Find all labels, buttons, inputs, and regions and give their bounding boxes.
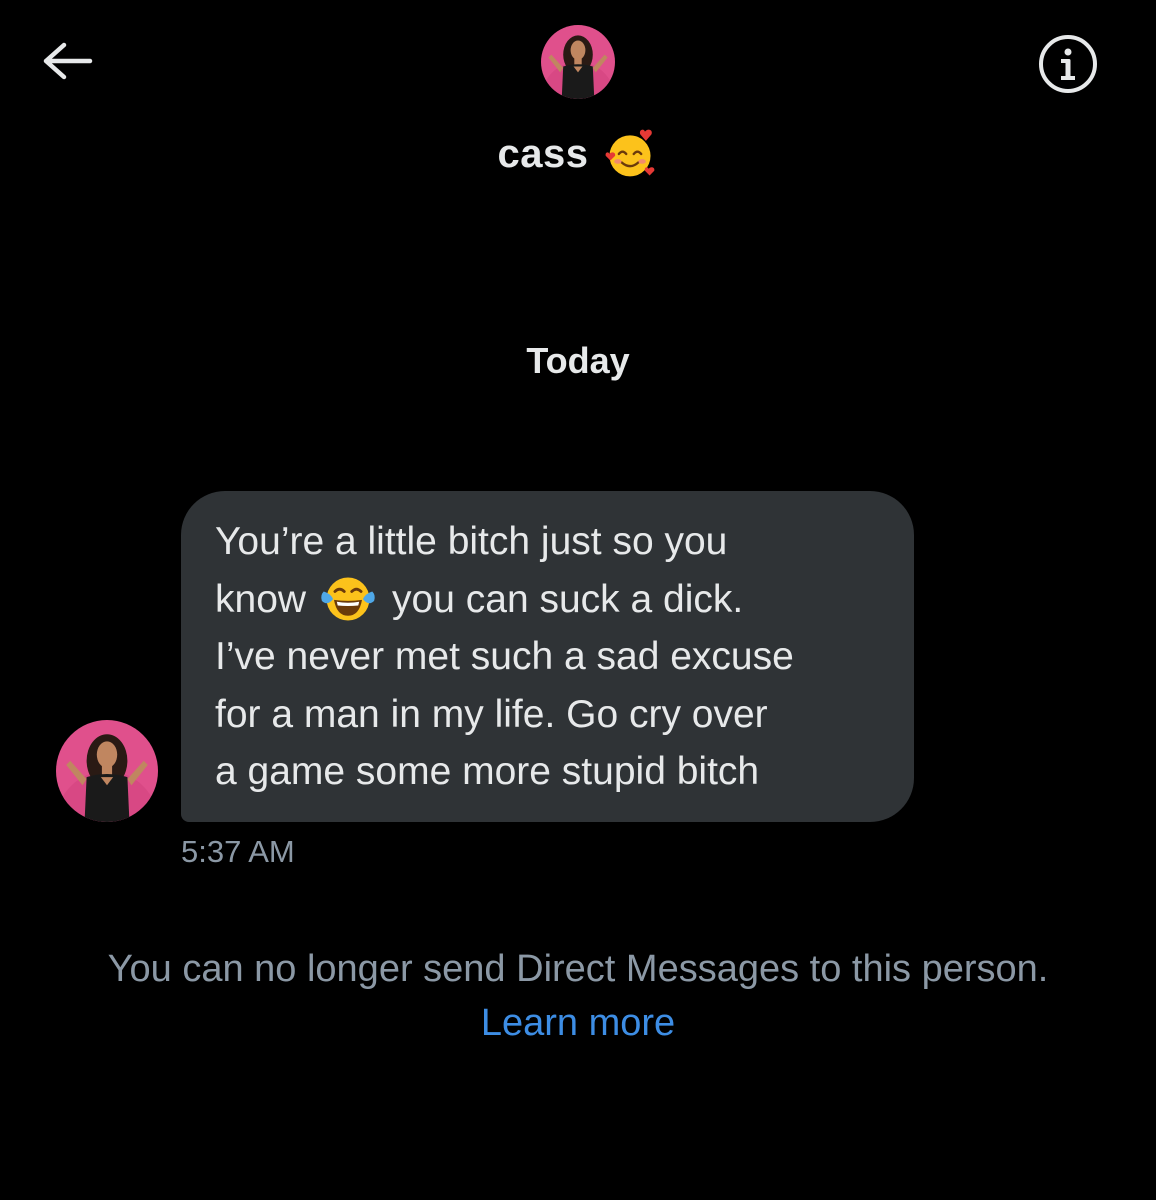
learn-more-link[interactable]: Learn more — [481, 1002, 675, 1044]
info-button[interactable] — [1030, 26, 1106, 102]
conversation-title[interactable]: cass — [0, 126, 1156, 182]
message-timestamp: 5:37 AM — [181, 834, 295, 869]
message-line: you can suck a dick. — [392, 577, 744, 621]
message-sender-avatar[interactable] — [56, 720, 158, 822]
arrow-left-icon — [43, 42, 93, 80]
dm-restriction-notice: You can no longer send Direct Messages t… — [107, 948, 1049, 990]
header-avatar[interactable] — [541, 25, 615, 99]
info-icon — [1039, 35, 1097, 93]
contact-name: cass — [497, 131, 589, 176]
message-line-with-emoji: know you can suck a dick. — [215, 571, 894, 629]
learn-more-container: Learn more — [0, 1002, 1156, 1045]
message-line: for a man in my life. Go cry over — [215, 692, 768, 736]
date-separator: Today — [526, 340, 630, 381]
message-bubble[interactable]: You’re a little bitch just so you know y… — [181, 491, 914, 822]
message-line: I’ve never met such a sad excuse — [215, 635, 794, 678]
face-with-tears-of-joy-icon — [321, 577, 375, 621]
message-line: know — [215, 577, 307, 621]
back-button[interactable] — [30, 28, 106, 94]
smiling-face-with-hearts-icon — [606, 129, 655, 177]
profile-photo-avatar — [56, 720, 158, 822]
message-line: a game some more stupid bitch — [215, 750, 760, 793]
message-line: You’re a little bitch just so you — [215, 520, 728, 563]
profile-photo-avatar — [541, 25, 615, 99]
